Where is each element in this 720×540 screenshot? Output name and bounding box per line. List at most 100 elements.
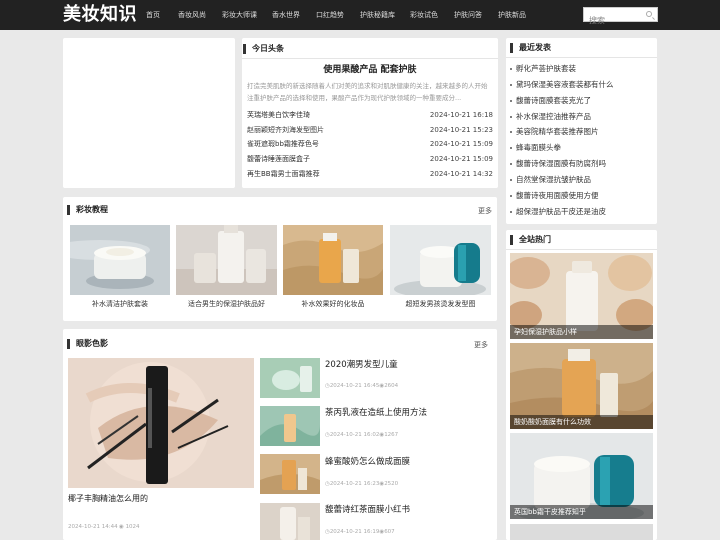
nav-item-perfume[interactable]: 香水世界 [272, 0, 316, 30]
tutorial-caption[interactable]: 补水效果好的化妆品 [283, 299, 383, 309]
news-title: 赵丽颖短齐刘海发型图片 [247, 126, 324, 134]
news-item[interactable]: 雀斑遮瑕bb霜推荐色号 2024-10-21 15:09 [247, 138, 493, 150]
side-item-title[interactable]: 馥蕾诗红茶面膜小红书 [325, 503, 410, 515]
featured-view-count: 1024 [125, 524, 140, 530]
tutorial-thumbnail[interactable] [70, 225, 170, 295]
side-item-title[interactable]: 蜂蜜酸奶怎么做成面膜 [325, 455, 410, 467]
hot-caption: 英国bb霜干皮推荐知乎 [510, 505, 653, 519]
news-item[interactable]: 赵丽颖短齐刘海发型图片 2024-10-21 15:23 [247, 124, 493, 136]
featured-views: ◉ 1024 [119, 524, 140, 530]
side-item-meta: ◷2024-10-21 16:23◉2520 [325, 481, 398, 487]
eyeshadow-section-title: 眼影色影 [67, 339, 108, 349]
leaf-bottle-image [260, 406, 320, 446]
hot-item[interactable]: 酸奶酸奶面膜有什么功效 [510, 343, 653, 429]
hot-item[interactable]: 孕妇保湿护肤品小样 [510, 253, 653, 339]
nav-item-makeup-try[interactable]: 彩妆试色 [410, 0, 454, 30]
news-time: 2024-10-21 16:18 [429, 111, 493, 119]
tutorial-thumbnail[interactable] [176, 225, 277, 295]
tutorial-panel: 彩妆教程 更多 补水清洁护肤套装 适合男生的保湿护肤品好 补水效果好的化妆品 超… [63, 197, 497, 321]
serum-bottles-image [176, 225, 277, 295]
recent-item[interactable]: 美容院精华套装推荐图片 [510, 126, 599, 138]
hot-item[interactable]: 英国bb霜干皮推荐知乎 [510, 433, 653, 519]
featured-time: 2024-10-21 14:44 [68, 524, 118, 530]
nav-item-new-products[interactable]: 护肤新品 [498, 0, 542, 30]
headline-description: 打造完美肌肤的新选择随着人们对美的追求和对肌肤健康的关注，越来越多的人开始注重护… [247, 82, 488, 102]
tutorial-thumbnail[interactable] [390, 225, 491, 295]
sand-bottles-image [283, 225, 383, 295]
teal-jar-image [390, 225, 491, 295]
side-item-meta: ◷2024-10-21 16:02◉1267 [325, 432, 398, 438]
nav-item-home[interactable]: 首页 [146, 0, 178, 30]
side-item-time: 2024-10-21 16:02 [329, 432, 380, 438]
side-item-title[interactable]: 2020潮男发型儿童 [325, 358, 398, 370]
side-thumbnail[interactable] [260, 358, 320, 398]
nav-item-makeup-class[interactable]: 彩妆大师课 [222, 0, 272, 30]
news-title: 芙瑞塔美白饮李佳琦 [247, 111, 310, 119]
tutorial-caption[interactable]: 超短发男孩烫发发型图 [390, 299, 491, 309]
side-item-time: 2024-10-21 16:19 [329, 529, 380, 535]
side-item-views: 2520 [384, 481, 399, 487]
main-nav: 首页 香妆风尚 彩妆大师课 香水世界 口红趋势 护肤秘籍库 彩妆试色 护肤问答 … [146, 0, 542, 30]
tutorial-caption[interactable]: 补水清洁护肤套装 [70, 299, 170, 309]
side-item-time: 2024-10-21 16:23 [329, 481, 380, 487]
side-item-meta: ◷2024-10-21 16:45◉2604 [325, 383, 398, 389]
nav-item-skincare-qa[interactable]: 护肤问答 [454, 0, 498, 30]
nav-item-lipstick[interactable]: 口红趋势 [316, 0, 360, 30]
divider [506, 57, 657, 58]
eyeshadow-panel: 眼影色影 更多 椰子丰胸精油怎么用的 2024-10-21 14:44 ◉ 10… [63, 329, 497, 540]
amber-bottle-image [260, 454, 320, 494]
mascara-image [68, 358, 254, 488]
hot-caption: 孕妇保湿护肤品小样 [510, 325, 653, 339]
news-time: 2024-10-21 15:09 [429, 155, 493, 163]
side-item-views: 1267 [384, 432, 399, 438]
search-box [583, 7, 658, 27]
top-navigation-bar: 美妆知识 首页 香妆风尚 彩妆大师课 香水世界 口红趋势 护肤秘籍库 彩妆试色 … [0, 0, 720, 30]
hot-section-title: 全站热门 [510, 235, 551, 245]
recent-item[interactable]: 馥蕾诗保湿面膜有防腐剂吗 [510, 158, 606, 170]
news-time: 2024-10-21 14:32 [429, 170, 493, 178]
side-thumbnail[interactable] [260, 503, 320, 540]
recent-posts-panel: 最近发表 孵化芦荟护肤套装 黛玛保湿美容液套装都有什么 馥蕾诗面膜套装克光了 补… [506, 38, 657, 224]
green-cosmetic-image [260, 358, 320, 398]
side-item-views: 2604 [384, 383, 399, 389]
nav-item-skincare-tips[interactable]: 护肤秘籍库 [360, 0, 410, 30]
banner-placeholder[interactable] [63, 38, 235, 188]
recent-item[interactable]: 馥蕾诗面膜套装克光了 [510, 95, 591, 107]
divider [242, 58, 498, 59]
cream-bottle-image [260, 503, 320, 540]
nav-item-fashion[interactable]: 香妆风尚 [178, 0, 222, 30]
side-thumbnail[interactable] [260, 406, 320, 446]
side-item-views: 607 [384, 529, 395, 535]
recent-item[interactable]: 馥蕾诗夜用面膜使用方便 [510, 190, 599, 202]
featured-title[interactable]: 椰子丰胸精油怎么用的 [68, 493, 148, 504]
hot-caption: 酸奶酸奶面膜有什么功效 [510, 415, 653, 429]
recent-item[interactable]: 超保湿护肤品干皮还是油皮 [510, 206, 606, 218]
news-item[interactable]: 馥蕾诗睡莲面膜盒子 2024-10-21 15:09 [247, 153, 493, 165]
side-item-title[interactable]: 茶丙乳液在造纸上使用方法 [325, 406, 427, 418]
news-time: 2024-10-21 15:09 [429, 140, 493, 148]
recent-item[interactable]: 孵化芦荟护肤套装 [510, 63, 576, 75]
news-item[interactable]: 芙瑞塔美白饮李佳琦 2024-10-21 16:18 [247, 109, 493, 121]
tutorial-caption[interactable]: 适合男生的保湿护肤品好 [176, 299, 277, 309]
recent-item[interactable]: 黛玛保湿美容液套装都有什么 [510, 79, 614, 91]
eyeshadow-more-link[interactable]: 更多 [474, 340, 488, 350]
tutorial-thumbnail[interactable] [283, 225, 383, 295]
hot-posts-panel: 全站热门 孕妇保湿护肤品小样 酸奶酸奶面膜有什么功效 英国bb霜干皮推荐知乎 [506, 230, 657, 540]
side-thumbnail[interactable] [260, 454, 320, 494]
news-title: 雀斑遮瑕bb霜推荐色号 [247, 140, 319, 148]
hot-item[interactable] [510, 524, 653, 540]
search-icon[interactable] [646, 11, 652, 17]
news-item[interactable]: 再生BB霜男士面霜推荐 2024-10-21 14:32 [247, 168, 493, 180]
featured-thumbnail[interactable] [68, 358, 254, 488]
news-title: 馥蕾诗睡莲面膜盒子 [247, 155, 310, 163]
tutorial-section-title: 彩妆教程 [67, 205, 108, 215]
site-logo[interactable]: 美妆知识 [63, 3, 137, 27]
recent-item[interactable]: 自然堂保湿抗皱护肤品 [510, 174, 591, 186]
divider [506, 249, 657, 250]
search-input[interactable] [584, 14, 644, 27]
recent-item[interactable]: 蜂毒面膜头拳 [510, 142, 561, 154]
headline-panel: 今日头条 使用果酸产品 配套护肤 打造完美肌肤的新选择随着人们对美的追求和对肌肤… [242, 38, 498, 188]
recent-item[interactable]: 补水保湿控油推荐产品 [510, 111, 591, 123]
headline-title[interactable]: 使用果酸产品 配套护肤 [242, 62, 498, 75]
tutorial-more-link[interactable]: 更多 [478, 206, 492, 216]
